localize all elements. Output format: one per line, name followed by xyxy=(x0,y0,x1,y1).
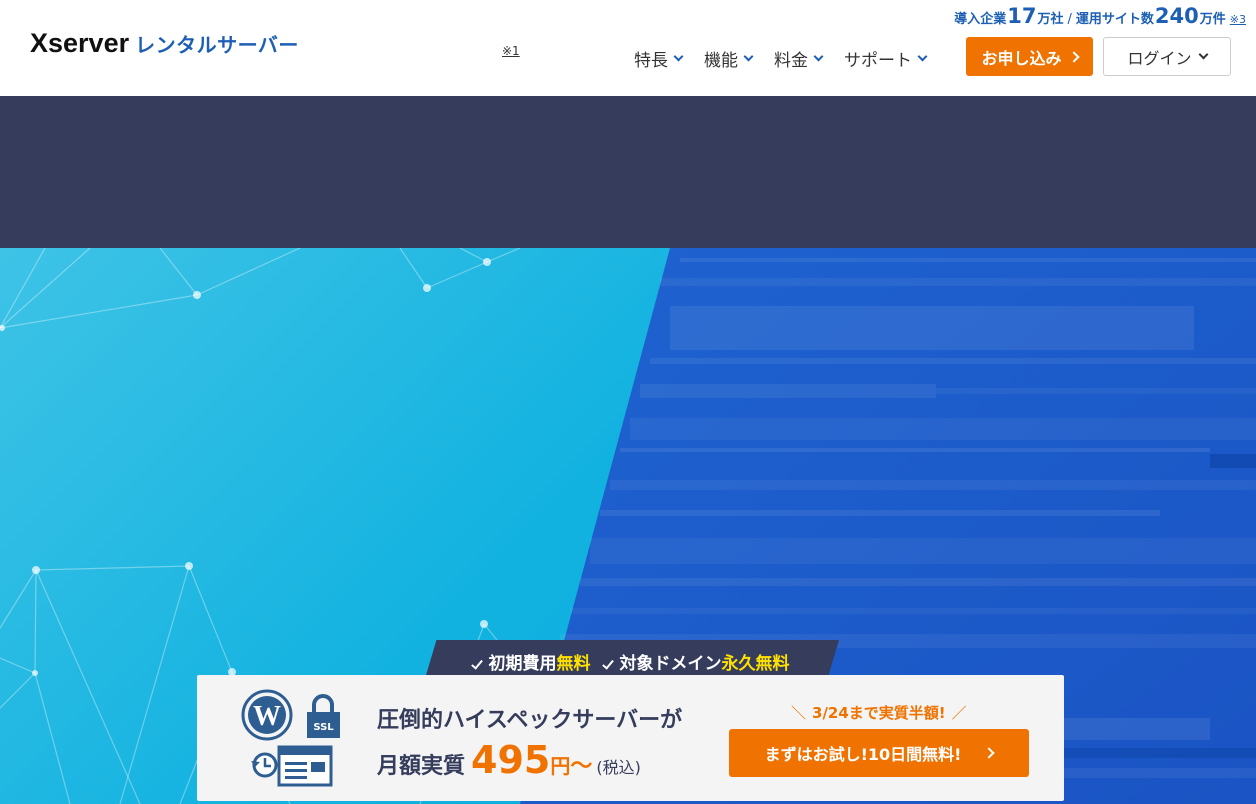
free-trial-button-label: まずはお試し!10日間無料! xyxy=(764,745,962,764)
campaign-note: ＼ 3/24まで実質半額! ／ xyxy=(785,702,973,723)
nav-item-pricing[interactable]: 料金 xyxy=(774,46,824,71)
footnote-1-link[interactable]: ※1 xyxy=(502,44,520,58)
promo-price-prefix: 月額実質 xyxy=(377,754,466,779)
apply-button-label: お申し込み xyxy=(981,48,1062,68)
svg-text:W: W xyxy=(253,701,281,732)
nav-item-label: 料金 xyxy=(774,51,808,71)
main-nav: 特長 機能 料金 サポート xyxy=(634,46,928,71)
logo-subtitle: レンタルサーバー xyxy=(135,33,299,57)
badge-item-domain: 対象ドメイン永久無料 xyxy=(601,649,790,674)
promo-headline: 圧倒的ハイスペックサーバーが xyxy=(377,708,683,733)
stats-unit-companies: 万社 xyxy=(1037,12,1064,27)
login-button[interactable]: ログイン xyxy=(1103,37,1231,76)
stats-value-sites: 240 xyxy=(1154,4,1199,28)
promo-price-line: 月額実質 495 円 〜 (税込) xyxy=(377,738,682,782)
chevron-down-icon xyxy=(917,51,928,62)
site-logo[interactable]: Xserver レンタルサーバー xyxy=(30,28,299,59)
campaign-decoration-right: ／ xyxy=(951,704,967,722)
badge-item-highlight: 無料 xyxy=(556,653,591,674)
promo-price-unit: 円 xyxy=(550,754,571,778)
nav-item-label: 機能 xyxy=(704,51,738,71)
nav-item-support[interactable]: サポート xyxy=(844,46,928,71)
nav-item-label: 特長 xyxy=(634,51,668,71)
campaign-decoration-left: ＼ xyxy=(791,704,807,722)
stats-label-sites: 運用サイト数 xyxy=(1075,12,1154,27)
promo-tax-note: (税込) xyxy=(596,758,641,777)
nav-item-functions[interactable]: 機能 xyxy=(704,46,754,71)
dark-banner-band xyxy=(0,96,1256,248)
apply-button[interactable]: お申し込み xyxy=(966,37,1093,76)
nav-item-label: サポート xyxy=(844,51,912,71)
chevron-down-icon xyxy=(743,51,754,62)
badge-item-label: 初期費用 xyxy=(488,653,557,674)
badge-item-initial-fee: 初期費用無料 xyxy=(470,649,591,674)
promo-price-tilde: 〜 xyxy=(570,754,593,779)
badge-item-highlight: 永久無料 xyxy=(721,653,790,674)
stats-unit-sites: 万件 xyxy=(1199,12,1226,27)
login-button-label: ログイン xyxy=(1127,48,1192,68)
stats-label-companies: 導入企業 xyxy=(954,12,1007,27)
site-header: Xserver レンタルサーバー ※1 導入企業 17 万社 / 運用サイト数 … xyxy=(0,0,1256,96)
backup-restore-icon xyxy=(251,745,333,787)
promo-feature-icons: W SSL xyxy=(241,689,340,787)
chevron-down-icon xyxy=(673,51,684,62)
free-trial-button[interactable]: まずはお試し!10日間無料! xyxy=(729,729,1029,777)
logo-xserver: Xserver xyxy=(30,28,130,58)
campaign-text: 3/24まで実質半額! xyxy=(812,704,946,722)
promo-card: W SSL 圧倒的ハイスペックサーバーが 月額実質 495 円 〜 (税込) ＼… xyxy=(197,675,1064,801)
chevron-right-icon xyxy=(1067,50,1080,63)
footnote-3-link[interactable]: ※3 xyxy=(1230,13,1246,26)
check-icon xyxy=(470,656,483,670)
stats-bar: 導入企業 17 万社 / 運用サイト数 240 万件 ※3 xyxy=(954,4,1246,28)
network-nodes xyxy=(0,258,491,676)
ssl-lock-icon: SSL xyxy=(307,694,340,738)
chevron-right-icon xyxy=(983,747,996,759)
promo-price: 495 xyxy=(471,738,551,782)
check-icon xyxy=(601,656,614,670)
wordpress-icon: W xyxy=(241,689,293,741)
stats-value-companies: 17 xyxy=(1007,4,1037,28)
promo-text: 圧倒的ハイスペックサーバーが 月額実質 495 円 〜 (税込) xyxy=(377,702,682,782)
nav-item-features[interactable]: 特長 xyxy=(634,46,684,71)
chevron-down-icon xyxy=(1198,49,1208,60)
badge-item-label: 対象ドメイン xyxy=(619,653,722,674)
stats-separator: / xyxy=(1067,12,1072,27)
chevron-down-icon xyxy=(813,51,824,62)
ssl-label: SSL xyxy=(313,722,334,733)
